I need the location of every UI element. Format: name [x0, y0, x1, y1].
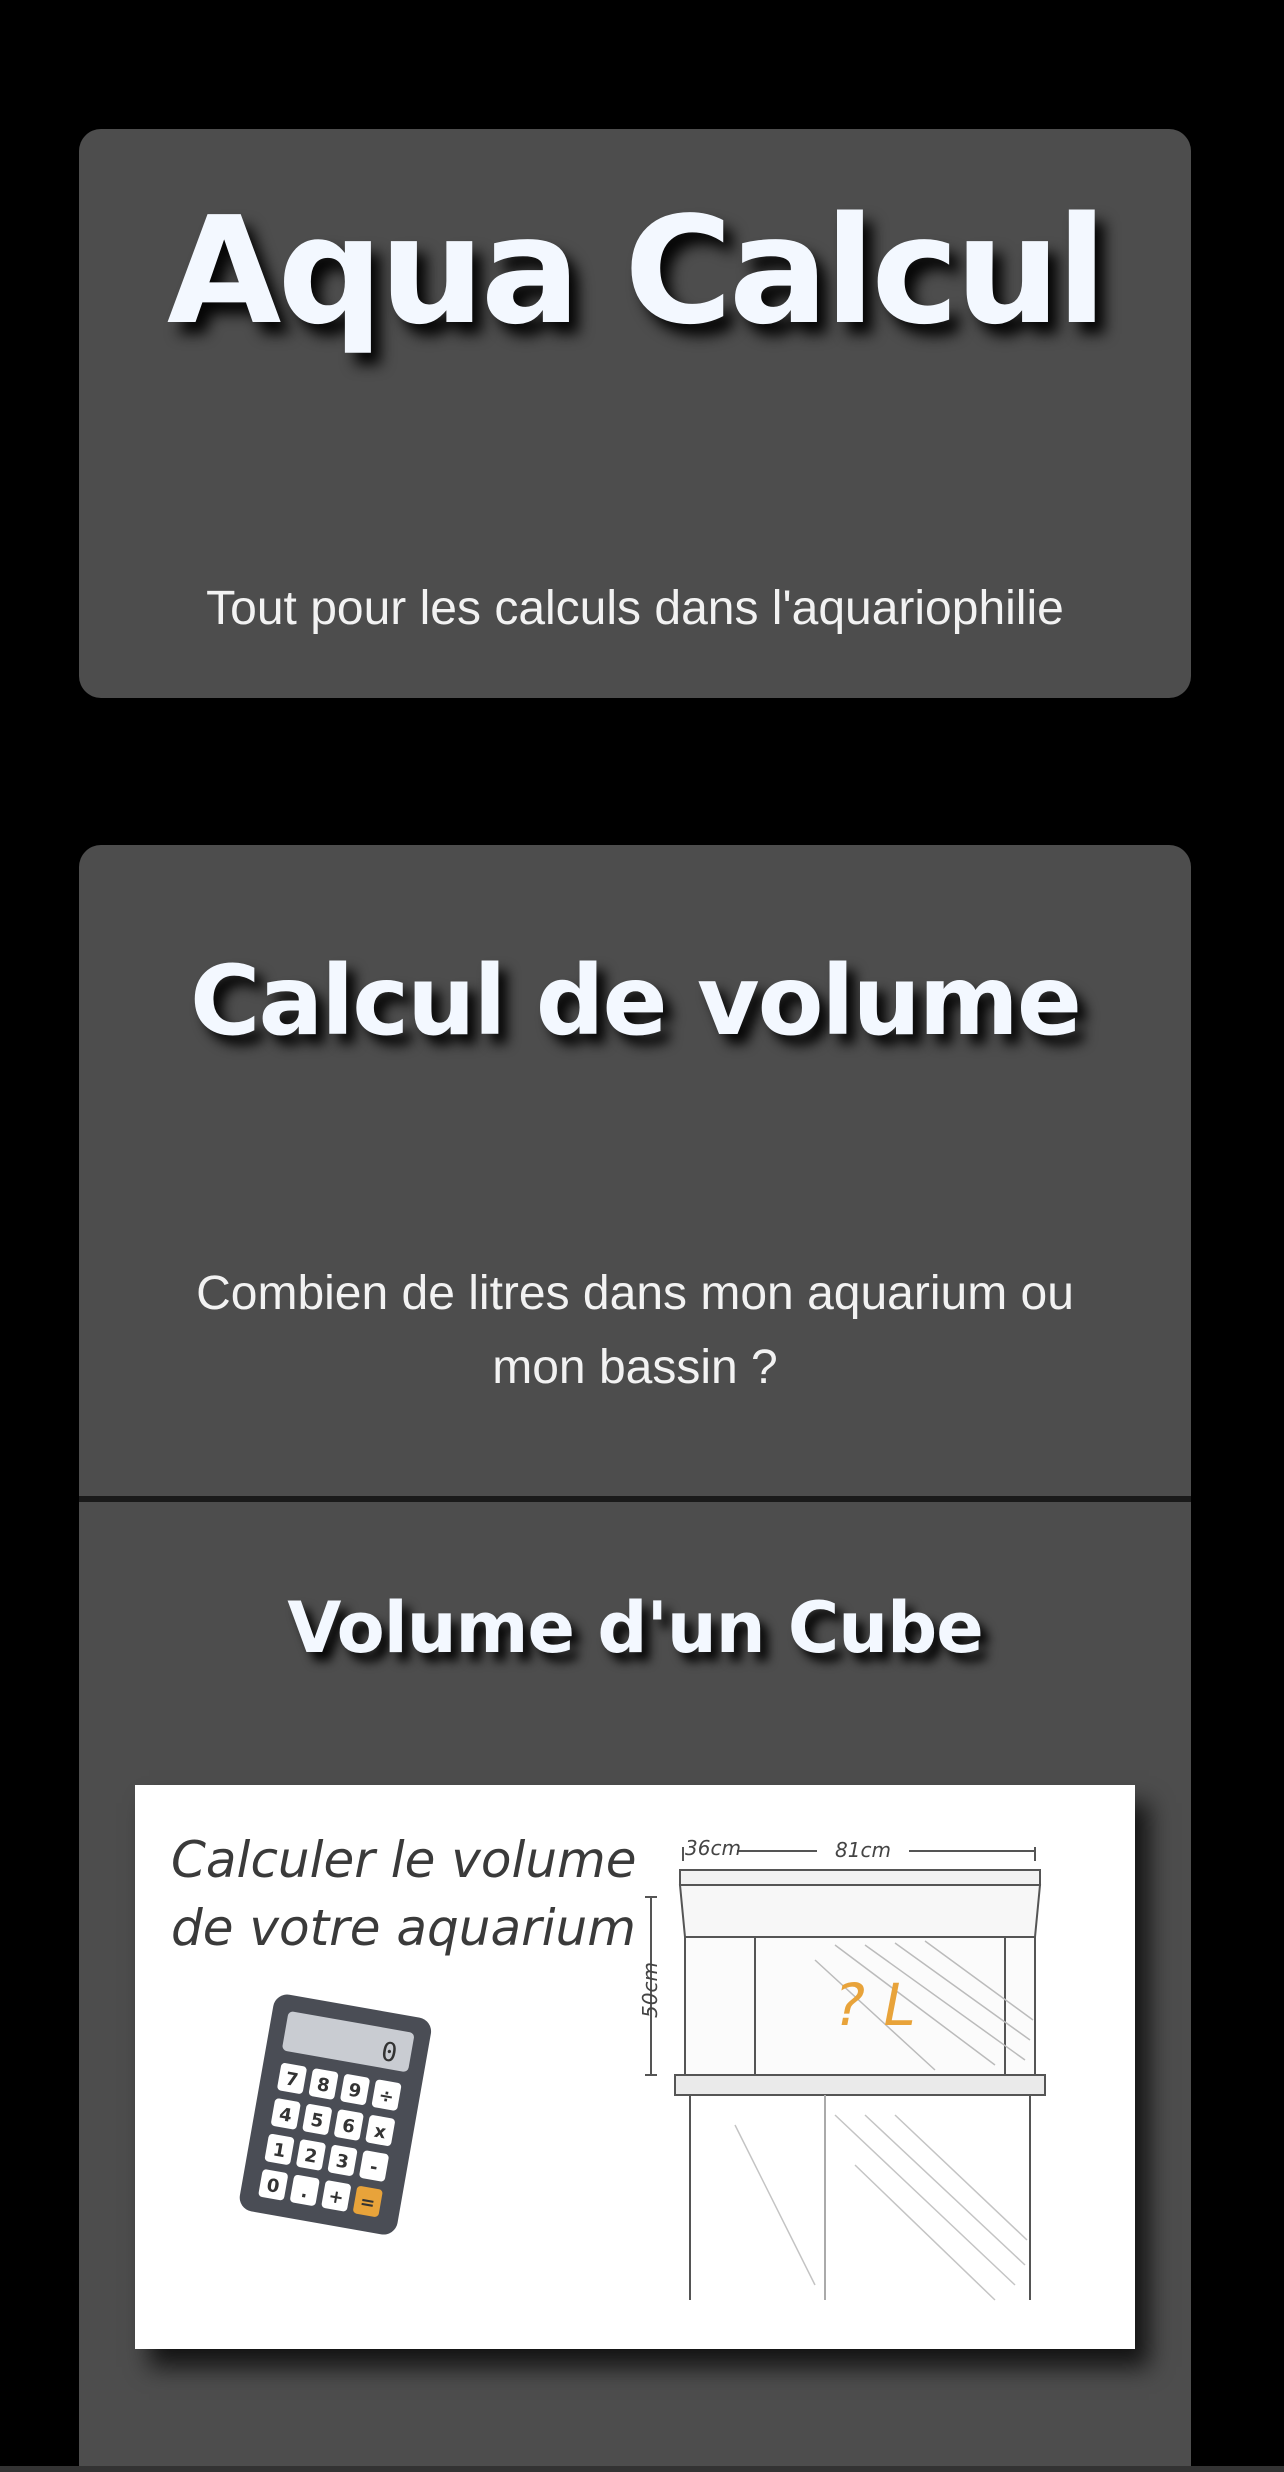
illustration-heading-line1: Calculer le volume [171, 1831, 637, 1889]
volume-question-label: ? L [834, 1971, 916, 2039]
calculator-icon: 0 7 8 9 ÷4 5 6 x1 2 3 -0. + = [239, 1994, 432, 2235]
illustration-heading-line2: de votre aquarium [171, 1899, 636, 1957]
aquarium-sketch [645, 1847, 1046, 2301]
volume-section-description: Combien de litres dans mon aquarium ou m… [196, 1267, 1074, 1394]
app-subtitle: Tout pour les calculs dans l'aquariophil… [206, 582, 1064, 635]
hero-card: Aqua Calcul Tout pour les calculs dans l… [79, 129, 1191, 698]
section-divider [79, 1496, 1191, 1502]
volume-card[interactable]: Calcul de volume Combien de litres dans … [79, 845, 1191, 2472]
app-title: Aqua Calcul [166, 185, 1107, 357]
depth-label: 36cm [685, 1836, 741, 1860]
width-label: 81cm [835, 1838, 891, 1862]
aquarium-volume-illustration[interactable]: Calculer le volume de votre aquarium 0 7… [135, 1785, 1135, 2349]
volume-section-title: Calcul de volume [190, 945, 1082, 1057]
bottom-edge [0, 2466, 1284, 2472]
page: Aqua Calcul Tout pour les calculs dans l… [0, 0, 1284, 2472]
height-label: 50cm [638, 1962, 662, 2018]
cube-volume-title: Volume d'un Cube [287, 1587, 983, 1669]
